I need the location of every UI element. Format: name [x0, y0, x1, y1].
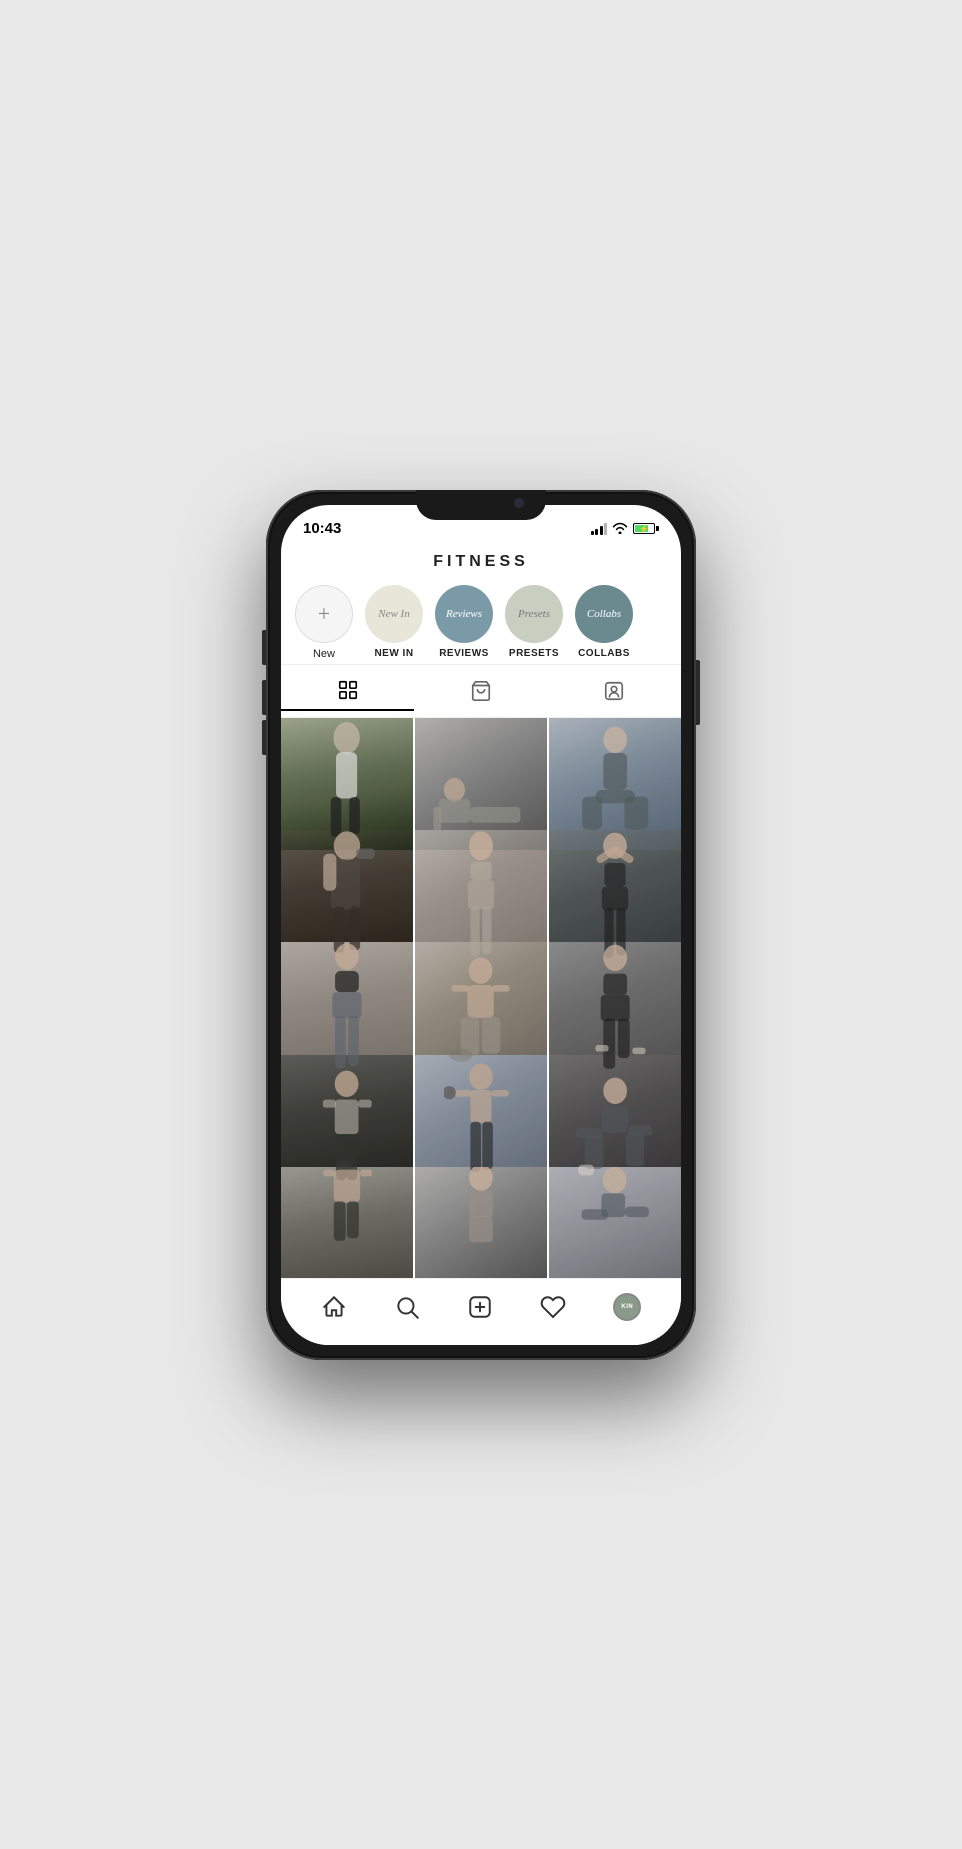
phone-screen: 10:43 ⚡ — [281, 505, 681, 1345]
nav-add[interactable] — [459, 1290, 501, 1324]
phone-notch — [416, 490, 546, 520]
nav-search[interactable] — [386, 1290, 428, 1324]
signal-icon — [591, 523, 608, 535]
nav-profile[interactable] — [605, 1289, 649, 1325]
bottom-nav — [281, 1278, 681, 1345]
app-header: FITNESS — [281, 545, 681, 577]
story-circle-collabs: Collabs — [575, 585, 633, 643]
app-title: FITNESS — [281, 553, 681, 571]
story-text-new-in: New In — [378, 608, 409, 620]
story-new-in[interactable]: New In NEW IN — [365, 585, 423, 659]
story-label-new-in: NEW IN — [374, 648, 413, 659]
wifi-icon — [612, 521, 628, 537]
battery-icon: ⚡ — [633, 523, 659, 534]
story-label-new: New — [313, 648, 335, 660]
stories-row: + New New In NEW IN Reviews REVIEWS — [281, 577, 681, 664]
story-reviews[interactable]: Reviews REVIEWS — [435, 585, 493, 659]
tab-shop[interactable] — [414, 671, 547, 711]
tab-tag[interactable] — [548, 671, 681, 711]
front-camera — [514, 498, 524, 508]
grid-photo-15[interactable] — [549, 1167, 681, 1277]
story-circle-new: + — [295, 585, 353, 643]
story-text-reviews: Reviews — [446, 608, 482, 620]
nav-home[interactable] — [313, 1290, 355, 1324]
profile-avatar — [613, 1293, 641, 1321]
nav-heart[interactable] — [532, 1290, 574, 1324]
photo-grid — [281, 718, 681, 1278]
story-circle-reviews: Reviews — [435, 585, 493, 643]
status-time: 10:43 — [303, 520, 341, 537]
story-circle-new-in: New In — [365, 585, 423, 643]
story-presets[interactable]: Presets PRESETS — [505, 585, 563, 659]
story-text-collabs: Collabs — [587, 608, 621, 620]
story-new[interactable]: + New — [295, 585, 353, 660]
grid-photo-13[interactable] — [281, 1167, 413, 1277]
story-label-presets: PRESETS — [509, 648, 559, 659]
app-content: FITNESS + New New In NEW IN Reviews — [281, 545, 681, 1345]
story-circle-presets: Presets — [505, 585, 563, 643]
status-icons: ⚡ — [591, 521, 660, 537]
story-label-collabs: COLLABS — [578, 648, 630, 659]
view-tabs — [281, 664, 681, 718]
story-text-presets: Presets — [518, 608, 550, 620]
grid-photo-14[interactable] — [415, 1167, 547, 1277]
story-collabs[interactable]: Collabs COLLABS — [575, 585, 633, 659]
profile-dot — [674, 1338, 681, 1345]
tab-grid[interactable] — [281, 671, 414, 711]
phone-frame: 10:43 ⚡ — [266, 490, 696, 1360]
story-label-reviews: REVIEWS — [439, 648, 489, 659]
